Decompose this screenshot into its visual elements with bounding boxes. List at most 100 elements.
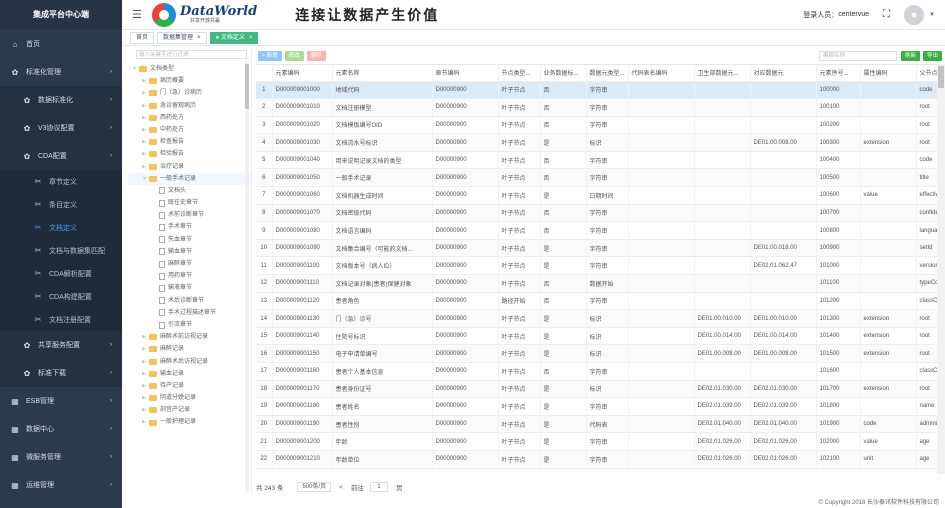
- tree-node[interactable]: ▶ 待产记录: [128, 380, 251, 392]
- close-icon[interactable]: ×: [249, 35, 253, 41]
- tree-node[interactable]: ▼ 文档类型: [128, 63, 251, 75]
- table-row[interactable]: 5 D000009001040 用来说明记录文档的类型 D00000900 叶子节点否字…: [256, 151, 937, 170]
- table-row[interactable]: 4 D000009001030 文档流水号标识 D00000900 叶子节点是标识 DE0…: [256, 133, 937, 152]
- avatar-dropdown-icon[interactable]: ▼: [929, 12, 935, 18]
- tree-expand-icon[interactable]: ▶: [142, 100, 149, 112]
- sidebar-item[interactable]: ✂ 章节定义: [0, 170, 122, 193]
- sidebar-item[interactable]: ✿ 标准下载 ›: [0, 359, 122, 387]
- tree-expand-icon[interactable]: ▶: [142, 416, 149, 428]
- tree-node[interactable]: 手术章节: [128, 221, 251, 233]
- tree-node[interactable]: ▶ 门（急）诊病历: [128, 87, 251, 99]
- tree-expand-icon[interactable]: ▶: [142, 87, 149, 99]
- tree-expand-icon[interactable]: ▶: [142, 148, 149, 160]
- column-header[interactable]: 对应数据元: [750, 65, 817, 82]
- tree-node[interactable]: 麻醉章节: [128, 258, 251, 270]
- table-row[interactable]: 20 D000009001190 患者性别 D00000900 叶子节点是代码表 DE02…: [256, 415, 937, 434]
- sidebar-item[interactable]: ✿ CDA配置 ›: [0, 142, 122, 170]
- tree-node[interactable]: ▶ 一般护理记录: [128, 416, 251, 428]
- sidebar-item[interactable]: ✂ 文档定义: [0, 216, 122, 239]
- delete-button[interactable]: 删除: [306, 51, 326, 61]
- export-button[interactable]: 导出: [922, 51, 942, 61]
- tree-node[interactable]: 失血章节: [128, 234, 251, 246]
- table-scrollbar[interactable]: [937, 64, 945, 474]
- column-header[interactable]: 代码表名编码: [628, 65, 695, 82]
- column-header[interactable]: 元素编码: [272, 65, 333, 82]
- sidebar-item[interactable]: ✂ CDA解析配置: [0, 262, 122, 285]
- column-header[interactable]: 父节点编码: [916, 65, 937, 82]
- tree-node[interactable]: ▼ 一般手术记录: [128, 172, 251, 185]
- tree-node[interactable]: ▶ 检查报告: [128, 136, 251, 148]
- tree-expand-icon[interactable]: ▶: [142, 136, 149, 148]
- table-row[interactable]: 18 D000009001170 患者身份证号 D00000900 叶子节点是标识 DE0…: [256, 380, 937, 399]
- table-row[interactable]: 2 D000009001010 文档注册模型 D00000900 叶子节点否字符串 100…: [256, 98, 937, 117]
- sidebar-item[interactable]: ▦ 运维管理 ›: [0, 471, 122, 499]
- table-row[interactable]: 17 D000009001160 患者个人基本信息 D00000900 叶子节点否字符串…: [256, 362, 937, 381]
- add-button[interactable]: + 新增: [258, 51, 282, 61]
- tree-expand-icon[interactable]: ▶: [142, 343, 149, 355]
- fullscreen-icon[interactable]: ⛶: [883, 9, 890, 20]
- tree-expand-icon[interactable]: ▶: [142, 368, 149, 380]
- page-input[interactable]: 1: [369, 482, 388, 492]
- tree-expand-icon[interactable]: ▶: [142, 356, 149, 368]
- tree-node[interactable]: ▶ 急诊留观病历: [128, 100, 251, 112]
- table-row[interactable]: 16 D000009001150 电子申请单编号 D00000900 叶子节点是标识 DE…: [256, 344, 937, 363]
- sidebar-item[interactable]: ✂ 文档注册配置: [0, 308, 122, 331]
- table-row[interactable]: 21 D000009001200 年龄 D00000900 叶子节点是字符串 DE02.0…: [256, 432, 937, 451]
- tree-expand-icon[interactable]: ▶: [142, 124, 149, 136]
- tree-expand-icon[interactable]: ▶: [142, 112, 149, 124]
- tree-node[interactable]: 术后诊断章节: [128, 295, 251, 307]
- column-header[interactable]: 章节编码: [432, 65, 499, 82]
- sidebar-item[interactable]: ✿ 数据标准化 ›: [0, 86, 122, 114]
- column-header[interactable]: 数据元类型...: [586, 65, 629, 82]
- sidebar-item[interactable]: ⌂ 首页: [0, 30, 122, 58]
- table-row[interactable]: 14 D000009001130 门（急）诊号 D00000900 叶子节点是标识 DE0…: [256, 309, 937, 328]
- edit-button[interactable]: 修改: [284, 51, 304, 61]
- column-header[interactable]: 属性编码: [860, 65, 917, 82]
- table-row[interactable]: 6 D000009001050 一般手术记录 D00000900 叶子节点否字符串 100…: [256, 168, 937, 188]
- tree-node[interactable]: 用药章节: [128, 270, 251, 282]
- sidebar-item[interactable]: ▦ 数据中心 ›: [0, 415, 122, 443]
- tree-node[interactable]: 既往史章节: [128, 197, 251, 209]
- tree-node[interactable]: ▶ 中药处方: [128, 124, 251, 136]
- column-header[interactable]: 元素名称: [332, 65, 433, 82]
- table-row[interactable]: 9 D000009001080 文档语言编码 D00000900 叶子节点否字符串 100…: [256, 221, 937, 240]
- table-row[interactable]: 15 D000009001140 住院号标识 D00000900 叶子节点是标识 DE01…: [256, 327, 937, 346]
- tree-node[interactable]: 文档头: [128, 185, 251, 197]
- tree-expand-icon[interactable]: ▶: [142, 380, 149, 392]
- table-row[interactable]: 19 D000009001180 患者姓名 D00000900 叶子节点是字符串 DE02…: [256, 397, 937, 416]
- tree-node[interactable]: ▶ 治疗记录: [128, 161, 251, 173]
- table-row[interactable]: 3 D000009001020 文档模板编号OID D00000900 叶子节点否字符串…: [256, 116, 937, 135]
- tab-home[interactable]: 首页: [130, 31, 155, 44]
- sidebar-item[interactable]: ✿ 标准化管理 ›: [0, 58, 122, 86]
- table-row[interactable]: 13 D000009001120 患者角色 D00000900 路径开始否字符串 1012…: [256, 292, 937, 311]
- tree-expand-icon[interactable]: ▶: [142, 404, 149, 416]
- table-row[interactable]: 7 D000009001060 文档机器生成时间 D00000900 叶子节点是日期时间…: [256, 186, 937, 205]
- column-header[interactable]: [256, 65, 273, 82]
- tree-node[interactable]: 输液章节: [128, 282, 251, 294]
- tree-scrollbar[interactable]: [245, 62, 249, 492]
- tree-node[interactable]: ▶ 阴道分娩记录: [128, 392, 251, 404]
- column-header[interactable]: 节点类型...: [498, 65, 541, 82]
- sidebar-item[interactable]: ✂ 条目定义: [0, 193, 122, 216]
- tree-node[interactable]: ▶ 麻醉术前访视记录: [128, 331, 251, 343]
- tree-expand-icon[interactable]: ▶: [142, 392, 149, 404]
- tree-node[interactable]: ▶ 剖宫产记录: [128, 404, 251, 416]
- sidebar-item[interactable]: ▦ ESB管理 ›: [0, 387, 122, 415]
- tree-node[interactable]: ▶ 病历概要: [128, 75, 251, 87]
- tree-filter-input[interactable]: 输入关键字进行过滤: [136, 50, 247, 59]
- sidebar-item[interactable]: ✂ CDA构建配置: [0, 285, 122, 308]
- tree-expand-icon[interactable]: ▶: [142, 75, 149, 87]
- tree-expand-icon[interactable]: ▼: [142, 173, 149, 185]
- table-row[interactable]: 1 D000009001000 地域代码 D00000900 叶子节点否字符串 10000…: [256, 81, 937, 100]
- tree-node[interactable]: ▶ 麻醉记录: [128, 343, 251, 355]
- tree-node[interactable]: ▶ 麻醉术后访视记录: [128, 356, 251, 368]
- tree-node[interactable]: ▶ 检验报告: [128, 148, 251, 160]
- table-row[interactable]: 8 D000009001070 文档密级代码 D00000900 叶子节点否字符串 100…: [256, 204, 937, 223]
- tree-node[interactable]: 输血章节: [128, 246, 251, 258]
- tree-node[interactable]: ▶ 西药处方: [128, 112, 251, 124]
- tab-dataset[interactable]: 数据集管理 ×: [157, 31, 207, 44]
- tree-node[interactable]: 术前诊断章节: [128, 209, 251, 221]
- tree-node[interactable]: ▶ 输血记录: [128, 368, 251, 380]
- table-row[interactable]: 22 D000009001210 年龄单位 D00000900 叶子节点是字符串 DE02…: [256, 450, 937, 469]
- tree-expand-icon[interactable]: ▶: [142, 161, 149, 173]
